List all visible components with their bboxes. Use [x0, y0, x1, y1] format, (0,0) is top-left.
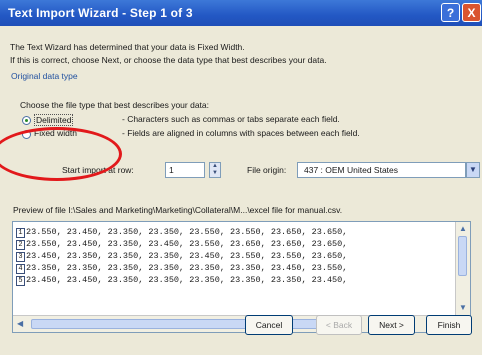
delimited-label[interactable]: Delimited: [34, 114, 74, 126]
start-row-input[interactable]: 1: [165, 162, 205, 178]
intro-line-2: If this is correct, choose Next, or choo…: [10, 55, 327, 65]
delimited-description: - Characters such as commas or tabs sepa…: [122, 114, 340, 124]
file-origin-select[interactable]: 437 : OEM United States: [297, 162, 466, 178]
preview-row: 1 23.550, 23.450, 23.350, 23.350, 23.550,…: [16, 227, 348, 238]
chevron-down-icon: ▼: [469, 165, 477, 174]
scroll-down-icon[interactable]: ▼: [459, 303, 467, 312]
close-icon: X: [467, 6, 476, 20]
row-text: 23.350, 23.350, 23.350, 23.350, 23.350, …: [26, 263, 348, 273]
scroll-left-icon[interactable]: ◀: [17, 319, 23, 328]
spin-up-icon[interactable]: ▲: [212, 163, 218, 169]
delimited-radio[interactable]: [22, 116, 31, 125]
vertical-scroll-thumb[interactable]: [458, 236, 467, 276]
preview-row: 3 23.450, 23.350, 23.350, 23.350, 23.450,…: [16, 251, 348, 262]
row-text: 23.550, 23.450, 23.350, 23.350, 23.550, …: [26, 227, 348, 237]
start-row-spinner[interactable]: ▲ ▼: [209, 162, 221, 178]
row-number: 2: [16, 240, 25, 250]
original-data-type-label: Original data type: [11, 71, 78, 81]
choose-file-type-text: Choose the file type that best describes…: [20, 100, 210, 110]
horizontal-scroll-thumb[interactable]: [31, 319, 341, 329]
scroll-up-icon[interactable]: ▲: [459, 224, 467, 233]
vertical-scrollbar[interactable]: ▲ ▼: [455, 222, 470, 316]
row-text: 23.550, 23.450, 23.350, 23.450, 23.550, …: [26, 239, 348, 249]
preview-row: 4 23.350, 23.350, 23.350, 23.350, 23.350,…: [16, 263, 348, 274]
row-text: 23.450, 23.350, 23.350, 23.350, 23.450, …: [26, 251, 348, 261]
title-bar: Text Import Wizard - Step 1 of 3 ? X: [0, 0, 482, 26]
back-button[interactable]: < Back: [316, 315, 362, 335]
preview-row: 2 23.550, 23.450, 23.350, 23.450, 23.550,…: [16, 239, 348, 250]
finish-button[interactable]: Finish: [426, 315, 472, 335]
row-number: 3: [16, 252, 25, 262]
fixed-width-description: - Fields are aligned in columns with spa…: [122, 128, 360, 138]
row-number: 5: [16, 276, 25, 286]
row-number: 4: [16, 264, 25, 274]
help-button[interactable]: ?: [441, 3, 460, 22]
row-text: 23.450, 23.450, 23.350, 23.350, 23.350, …: [26, 275, 348, 285]
row-number: 1: [16, 228, 25, 238]
intro-line-1: The Text Wizard has determined that your…: [10, 42, 245, 52]
file-origin-label: File origin:: [247, 165, 287, 175]
spin-down-icon[interactable]: ▼: [212, 170, 218, 176]
cancel-button[interactable]: Cancel: [245, 315, 293, 335]
preview-row: 5 23.450, 23.450, 23.350, 23.350, 23.350,…: [16, 275, 348, 286]
close-button[interactable]: X: [462, 3, 481, 22]
file-origin-dropdown[interactable]: ▼: [466, 162, 480, 178]
help-icon: ?: [446, 6, 455, 20]
preview-label: Preview of file I:\Sales and Marketing\M…: [13, 205, 343, 215]
next-button[interactable]: Next >: [368, 315, 415, 335]
window-title: Text Import Wizard - Step 1 of 3: [8, 6, 193, 20]
